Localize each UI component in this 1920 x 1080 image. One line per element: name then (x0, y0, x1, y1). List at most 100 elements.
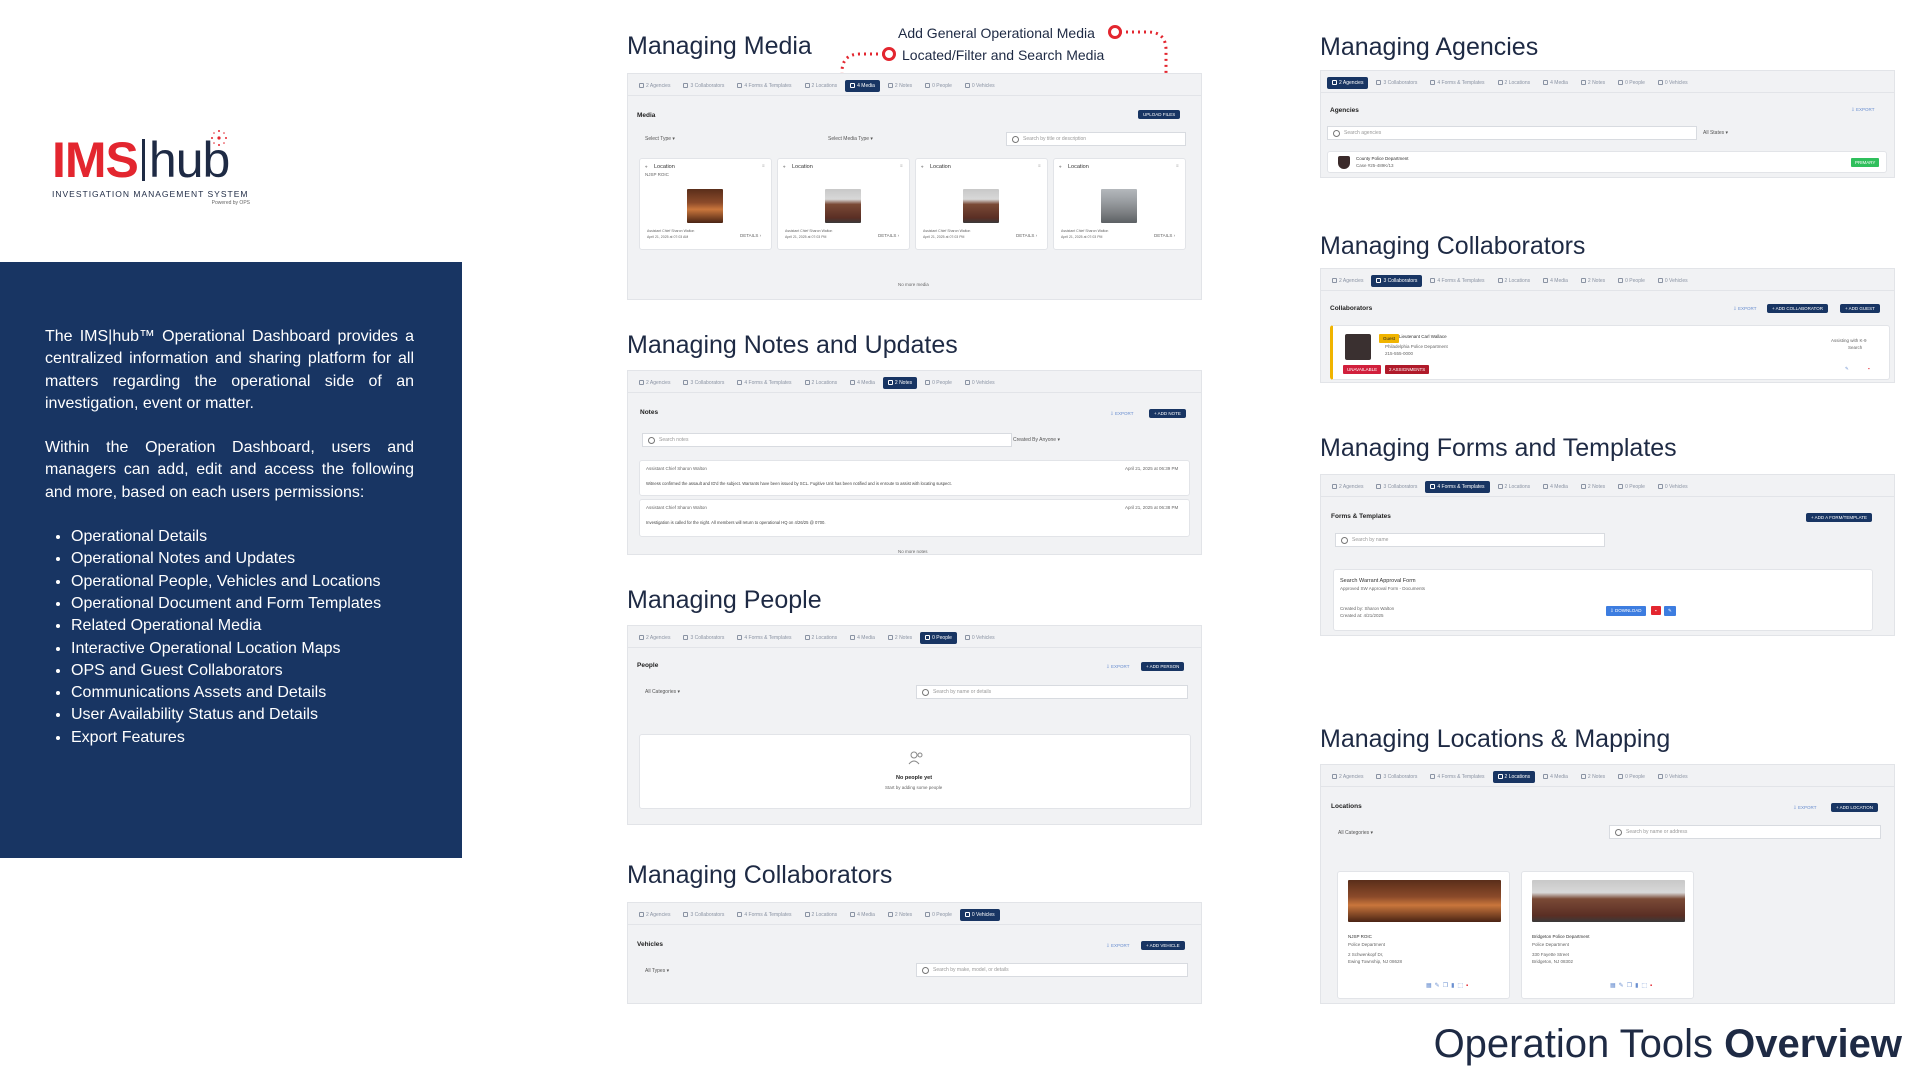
tab[interactable]: 4 Media (845, 632, 880, 644)
tab[interactable]: 2 Locations (1493, 77, 1536, 89)
add-person-button[interactable]: + ADD PERSON (1141, 662, 1185, 671)
tab[interactable]: 4 Forms & Templates (732, 632, 796, 644)
collaborators-export-button[interactable]: ⇩ EXPORT (1733, 306, 1756, 312)
collaborator-card[interactable]: Guest Lieutenant Carl Wallace Philadelph… (1330, 325, 1890, 380)
locations-search-input[interactable]: Search by name or address (1609, 825, 1881, 839)
tab[interactable]: 2 Agencies (634, 632, 675, 644)
note-item[interactable]: Assistant Chief Sharon Walton April 21, 2… (639, 499, 1190, 537)
tab[interactable]: 0 Vehicles (960, 377, 1000, 389)
location-photo[interactable] (1348, 880, 1501, 922)
tab[interactable]: 0 People (920, 377, 957, 389)
tab[interactable]: 4 Forms & Templates (732, 377, 796, 389)
tab[interactable]: 0 Vehicles (1653, 771, 1693, 783)
tab[interactable]: 2 Notes (883, 909, 917, 921)
menu-icon[interactable]: ≡ (900, 163, 903, 168)
location-photo[interactable] (1532, 880, 1685, 922)
tab[interactable]: 2 Locations (800, 632, 843, 644)
media-thumbnail[interactable] (687, 189, 723, 223)
agency-row[interactable]: County Police Department Case #25-489K/1… (1327, 151, 1887, 173)
tab[interactable]: 3 Collaborators (1371, 771, 1422, 783)
tab[interactable]: 2 Locations (800, 80, 843, 92)
tab[interactable]: 3 Collaborators (678, 80, 729, 92)
tab[interactable]: 2 Agencies (1327, 76, 1369, 89)
tab[interactable]: 4 Forms & Templates (1425, 771, 1489, 783)
tab[interactable]: 4 Forms & Templates (1425, 480, 1490, 493)
people-export-button[interactable]: ⇩ EXPORT (1106, 664, 1129, 670)
tab[interactable]: 4 Media (1538, 481, 1573, 493)
tab[interactable]: 2 Notes (1576, 481, 1610, 493)
vehicles-export-button[interactable]: ⇩ EXPORT (1106, 943, 1129, 949)
tab[interactable]: 2 Notes (1576, 77, 1610, 89)
created-by-select[interactable]: Created By Anyone ▾ (1013, 437, 1060, 443)
media-card[interactable]: ⌖ Location ≡ Assistant Chief Sharon Walton A… (777, 158, 910, 250)
delete-icon[interactable]: ▪ (1868, 366, 1870, 371)
tab[interactable]: 0 People (1613, 771, 1650, 783)
tab[interactable]: 4 Forms & Templates (1425, 77, 1489, 89)
agencies-search-input[interactable]: Search agencies (1327, 126, 1697, 140)
vehicles-search-input[interactable]: Search by make, model, or details (916, 963, 1188, 977)
add-location-button[interactable]: + ADD LOCATION (1831, 803, 1879, 812)
tab[interactable]: 0 People (1613, 77, 1650, 89)
details-link[interactable]: DETAILS › (740, 233, 761, 238)
location-card[interactable]: Bridgeton Police Department Police Depart… (1521, 871, 1694, 999)
location-action-icons[interactable]: ▦✎❐▮⬚▪ (1426, 982, 1471, 989)
select-media-type[interactable]: Select Media Type ▾ (828, 136, 873, 142)
tab[interactable]: 2 Agencies (1327, 771, 1368, 783)
tab[interactable]: 0 Vehicles (1653, 275, 1693, 287)
tab[interactable]: 0 Vehicles (1653, 77, 1693, 89)
add-guest-button[interactable]: + ADD GUEST (1840, 304, 1880, 313)
tab[interactable]: 4 Media (1538, 77, 1573, 89)
menu-icon[interactable]: ≡ (762, 163, 765, 168)
menu-icon[interactable]: ≡ (1176, 163, 1179, 168)
download-button[interactable]: ⇩ DOWNLOAD (1606, 606, 1646, 616)
tab[interactable]: 2 Notes (882, 376, 918, 389)
edit-icon[interactable]: ✎ (1845, 366, 1849, 372)
tab[interactable]: 0 People (920, 80, 957, 92)
tab[interactable]: 4 Media (845, 909, 880, 921)
tab[interactable]: 2 Locations (800, 377, 843, 389)
tab[interactable]: 4 Media (845, 79, 880, 92)
tab[interactable]: 4 Forms & Templates (732, 909, 796, 921)
delete-icon[interactable]: ▪ (1651, 606, 1661, 615)
tab[interactable]: 2 Agencies (634, 909, 675, 921)
details-link[interactable]: DETAILS › (1016, 233, 1037, 238)
details-link[interactable]: DETAILS › (1154, 233, 1175, 238)
add-collaborator-button[interactable]: + ADD COLLABORATOR (1767, 304, 1828, 313)
edit-icon[interactable]: ✎ (1664, 606, 1676, 616)
tab[interactable]: 2 Notes (1576, 275, 1610, 287)
notes-search-input[interactable]: Search notes (642, 433, 1012, 447)
tab[interactable]: 2 Agencies (634, 80, 675, 92)
tab[interactable]: 4 Media (845, 377, 880, 389)
media-thumbnail[interactable] (1101, 189, 1137, 223)
location-category-select[interactable]: All Categories ▾ (1338, 830, 1373, 836)
tab[interactable]: 2 Agencies (1327, 481, 1368, 493)
vehicle-type-select[interactable]: All Types ▾ (645, 968, 669, 974)
add-vehicle-button[interactable]: + ADD VEHICLE (1141, 941, 1185, 950)
tab[interactable]: 3 Collaborators (678, 632, 729, 644)
tab[interactable]: 2 Locations (1493, 275, 1536, 287)
tab[interactable]: 3 Collaborators (1371, 481, 1422, 493)
location-action-icons[interactable]: ▦✎❐▮⬚▪ (1610, 982, 1655, 989)
tab[interactable]: 3 Collaborators (1371, 77, 1422, 89)
tab[interactable]: 0 Vehicles (959, 908, 1000, 921)
tab[interactable]: 2 Agencies (634, 377, 675, 389)
tab[interactable]: 2 Notes (883, 632, 917, 644)
tab[interactable]: 0 Vehicles (960, 632, 1000, 644)
tab[interactable]: 4 Media (1538, 275, 1573, 287)
tab[interactable]: 4 Forms & Templates (1425, 275, 1489, 287)
tab[interactable]: 3 Collaborators (1371, 274, 1423, 287)
tab[interactable]: 0 People (1613, 481, 1650, 493)
tab[interactable]: 4 Media (1538, 771, 1573, 783)
media-card[interactable]: ⌖ Location ≡ NJSP ROIC Assistant Chief Sharo… (639, 158, 772, 250)
tab[interactable]: 0 Vehicles (960, 80, 1000, 92)
tab[interactable]: 2 Locations (1492, 770, 1536, 783)
add-note-button[interactable]: + ADD NOTE (1149, 409, 1186, 418)
tab[interactable]: 4 Forms & Templates (732, 80, 796, 92)
upload-files-button[interactable]: UPLOAD FILES (1138, 110, 1181, 119)
people-search-input[interactable]: Search by name or details (916, 685, 1188, 699)
media-thumbnail[interactable] (825, 189, 861, 223)
tab[interactable]: 2 Notes (883, 80, 917, 92)
tab[interactable]: 2 Notes (1576, 771, 1610, 783)
add-form-button[interactable]: + ADD A FORM/TEMPLATE (1806, 513, 1873, 522)
notes-export-button[interactable]: ⇩ EXPORT (1110, 411, 1133, 417)
